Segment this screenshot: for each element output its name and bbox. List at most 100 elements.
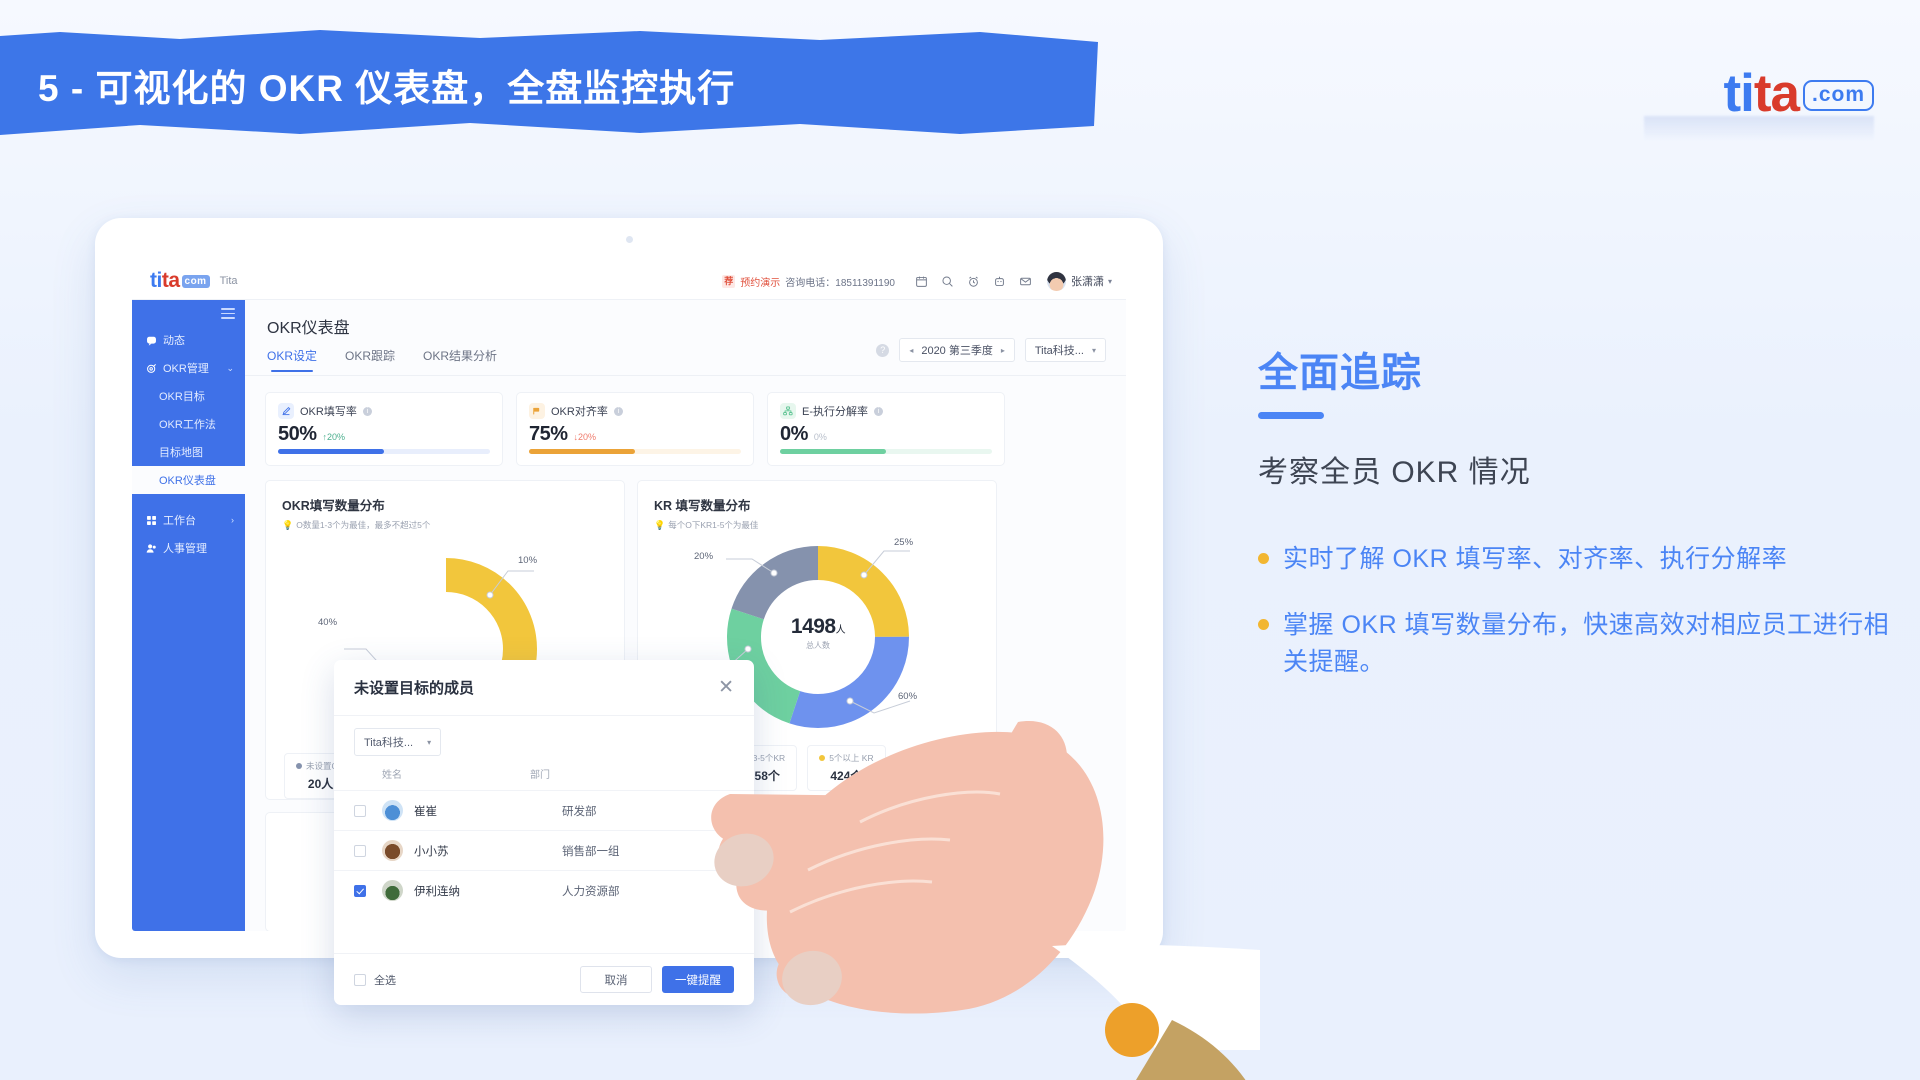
bullet-item-1: 掌握 OKR 填写数量分布，快速高效对相应员工进行相关提醒。 [1258,607,1898,680]
avatar [382,880,403,901]
tab-0[interactable]: OKR设定 [267,347,317,372]
sidebar-item-7[interactable]: 人事管理 [132,534,245,562]
mail-icon[interactable] [1013,268,1039,294]
camera-dot [626,236,633,243]
calendar-icon[interactable] [909,268,935,294]
tab-divider [245,375,1126,376]
info-icon[interactable]: i [362,406,372,416]
kpi-delta: 0% [813,432,827,442]
tab-2[interactable]: OKR结果分析 [423,347,497,372]
kpi-progress-fill [529,449,635,454]
kpi-progress-track [780,449,992,454]
search-icon[interactable] [935,268,961,294]
department-select[interactable]: Tita科技... ▾ [354,728,442,756]
marketing-subtitle: 考察全员 OKR 情况 [1258,456,1531,489]
department-select-value: Tita科技... [364,737,414,749]
tita-logo: ti ta .com [1723,58,1874,124]
member-name: 崔崔 [414,805,437,818]
kpi-card-0: OKR填写率 i 50% ↑20% [265,392,503,466]
avatar [382,840,403,861]
kpi-label: E-执行分解率 [802,406,868,418]
info-icon[interactable]: i [874,406,883,416]
cancel-button[interactable]: 取消 [580,966,652,993]
select-all-checkbox[interactable] [354,973,366,986]
app-logo-dotcom: com [181,274,210,288]
sidebar-item-1[interactable]: OKR管理 ⌄ [132,354,245,382]
book-demo-link[interactable]: 预约演示 [740,274,780,289]
kpi-value: 75% [529,423,568,445]
kpi-card-1: OKR对齐率 i 75% ↓20% [516,392,754,466]
period-selector[interactable]: ◂ 2020 第三季度 ▸ [899,338,1015,362]
robot-icon[interactable] [987,268,1013,294]
bulb-icon: 💡 [282,519,294,530]
tab-bar: OKR设定 OKR跟踪 OKR结果分析 [267,347,497,372]
member-dept: 研发部 [562,805,597,818]
bullet-item-0: 实时了解 OKR 填写率、对齐率、执行分解率 [1258,541,1898,577]
table-header: 姓名 部门 [334,762,754,790]
sidebar-item-5[interactable]: OKR仪表盘 [132,466,245,494]
kpi-delta: ↑20% [322,432,346,442]
row-checkbox[interactable] [354,844,366,857]
close-icon[interactable]: ✕ [718,678,734,697]
info-icon[interactable]: i [613,406,623,416]
sidebar-item-label: 人事管理 [163,543,207,555]
sidebar-item-label: OKR工作法 [159,419,216,431]
app-logo[interactable]: ti ta com [150,269,210,293]
flag-icon [529,403,545,419]
sidebar-item-4[interactable]: 目标地图 [132,438,245,466]
kpi-card-2: E-执行分解率 i 0% 0% [767,392,1005,466]
logo-text-ti: ti [1723,64,1754,124]
app-logo-ti: ti [150,269,162,293]
user-name[interactable]: 张潇潇 [1071,273,1104,289]
pct-label: 40% [318,617,338,628]
table-row[interactable]: 崔崔 研发部 [334,790,754,830]
modal-header: 未设置目标的成员 ✕ [334,660,754,716]
kpi-value: 50% [278,423,317,445]
row-checkbox[interactable] [354,804,366,817]
sidebar-item-3[interactable]: OKR工作法 [132,410,245,438]
modal-footer: 全选 取消 一键提醒 [334,953,754,1005]
kpi-progress-fill [278,449,384,454]
sidebar-item-label: OKR目标 [159,391,205,403]
member-name: 小小苏 [414,845,449,858]
chart-hint-text: 每个O下KR1-5个为最佳 [668,520,759,530]
sidebar-item-label: 动态 [163,335,185,347]
kpi-label: OKR对齐率 [551,406,608,418]
org-selector[interactable]: Tita科技... ▾ [1024,338,1106,362]
members-table: 姓名 部门 崔崔 研发部小小苏 销售部一组伊利连纳 人力资源部 [334,762,754,910]
prev-period-icon[interactable]: ◂ [909,346,913,355]
app-logo-ta: ta [161,269,180,293]
tab-1[interactable]: OKR跟踪 [345,347,395,372]
chevron-down-icon[interactable]: ▾ [1108,277,1112,286]
kpi-progress-fill [780,449,886,454]
marketing-column: 全面追踪 考察全员 OKR 情况 实时了解 OKR 填写率、对齐率、执行分解率掌… [1258,340,1898,710]
kpi-label: OKR填写率 [300,406,357,418]
menu-collapse-icon[interactable] [221,308,235,322]
chevron-icon: › [231,515,234,525]
sidebar-item-6[interactable]: 工作台 › [132,506,245,534]
member-dept: 人力资源部 [562,885,620,898]
unset-goal-members-modal: 未设置目标的成员 ✕ Tita科技... ▾ 姓名 部门 崔崔 研发部小小苏 销售部… [334,660,754,1005]
tree-icon [780,403,796,419]
select-all-control[interactable]: 全选 [354,972,396,988]
member-name: 伊利连纳 [414,885,460,898]
row-checkbox[interactable] [354,884,366,897]
sidebar-item-label: OKR管理 [163,363,209,375]
sidebar-item-2[interactable]: OKR目标 [132,382,245,410]
sidebar-item-0[interactable]: 动态 [132,326,245,354]
modal-filter-row: Tita科技... ▾ [334,716,754,762]
chart-title: OKR填写数量分布 [282,499,385,513]
chevron-down-icon: ▾ [427,737,432,747]
table-row[interactable]: 小小苏 销售部一组 [334,830,754,870]
avatar[interactable] [1046,271,1066,291]
promo-badge: 荐 [722,274,736,288]
next-period-icon[interactable]: ▸ [1001,346,1005,355]
select-all-label: 全选 [374,974,396,987]
page-title: OKR仪表盘 [267,320,350,337]
target-icon [145,362,157,374]
promo-area[interactable]: 荐 预约演示 咨询电话：18511391190 [722,274,895,289]
alarm-icon[interactable] [961,268,987,294]
table-row[interactable]: 伊利连纳 人力资源部 [334,870,754,910]
column-name: 姓名 [382,770,402,781]
help-icon[interactable]: ? [876,343,890,357]
